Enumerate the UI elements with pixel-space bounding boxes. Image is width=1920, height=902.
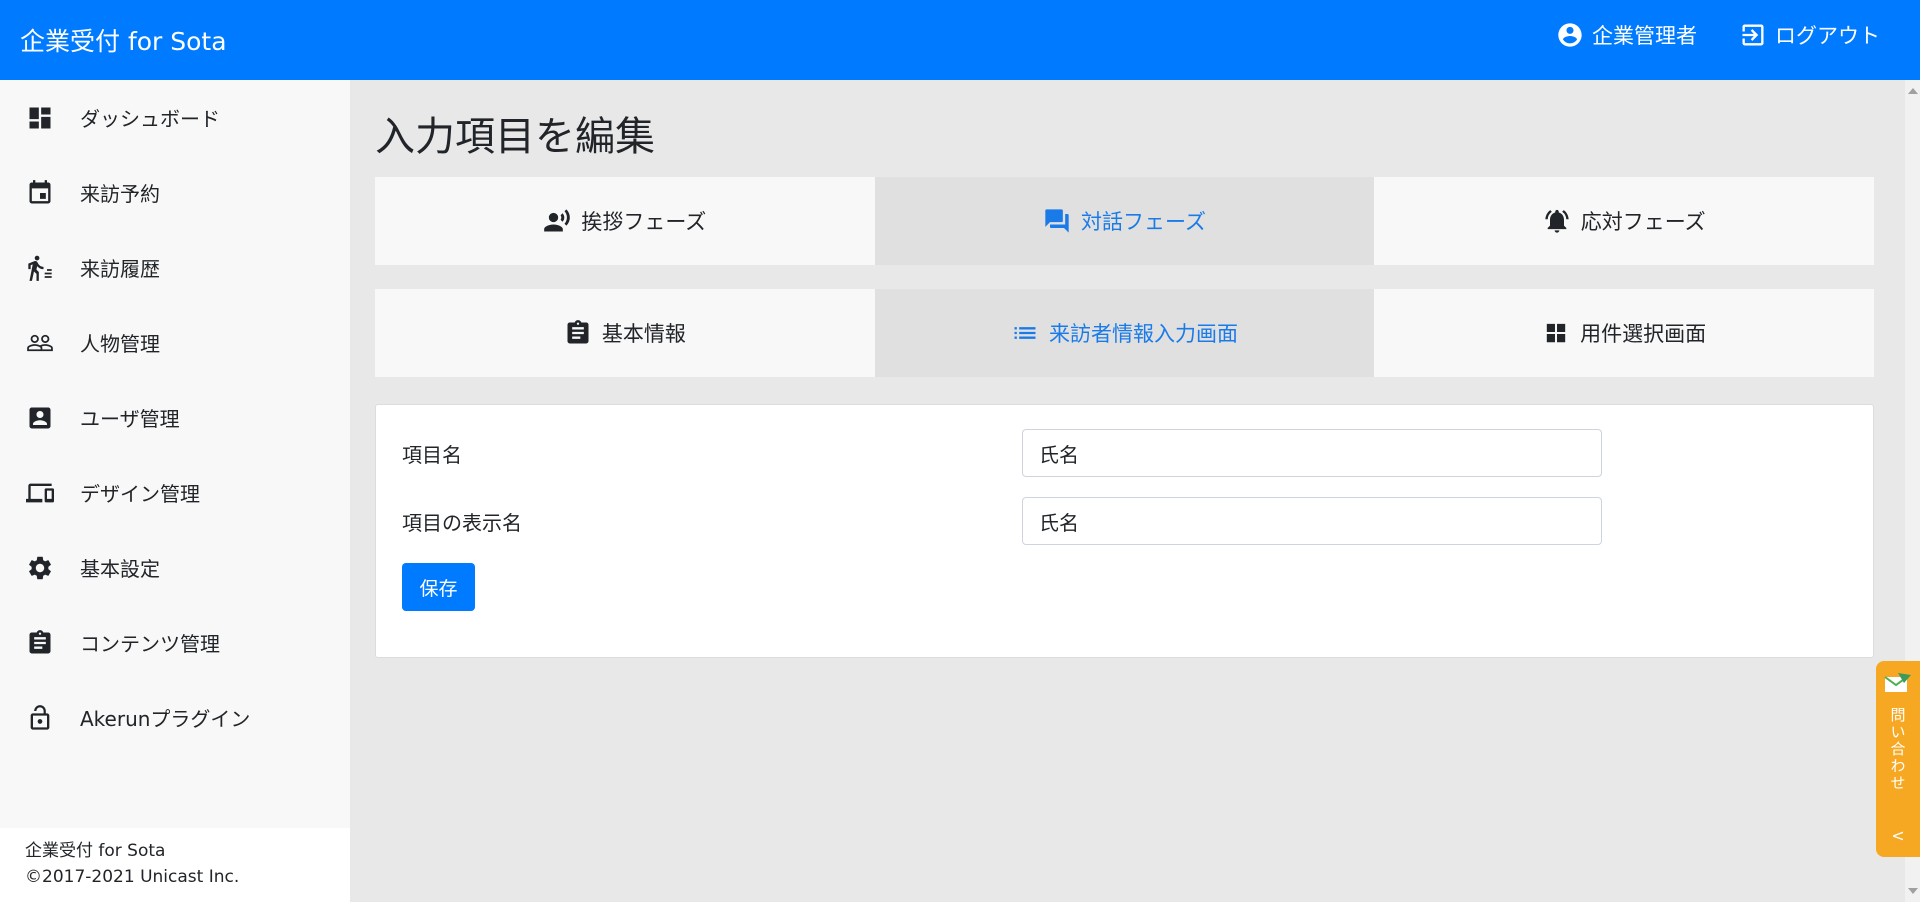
sidebar-item-label: ダッシュボード <box>80 107 220 131</box>
sidebar-item-dashboard[interactable]: ダッシュボード <box>0 80 350 155</box>
sidebar-item-visit-reservations[interactable]: 来訪予約 <box>0 155 350 230</box>
save-button[interactable]: 保存 <box>402 563 475 611</box>
speaking-person-icon <box>544 209 571 232</box>
dashboard-icon <box>26 104 54 132</box>
sidebar-item-label: デザイン管理 <box>80 482 200 506</box>
logout-button[interactable]: ログアウト <box>1739 20 1880 50</box>
lock-icon <box>26 704 54 732</box>
sidebar-item-label: コンテンツ管理 <box>80 632 220 656</box>
scroll-down-arrow-icon[interactable] <box>1908 888 1918 894</box>
tab-visitor-input-screen[interactable]: 来訪者情報入力画面 <box>874 289 1375 377</box>
sidebar-item-label: Akerunプラグイン <box>80 707 251 731</box>
grid-icon <box>1546 323 1566 343</box>
tab-dialogue-phase[interactable]: 対話フェーズ <box>874 177 1375 265</box>
sidebar-item-users[interactable]: ユーザ管理 <box>0 380 350 455</box>
sidebar-item-visit-history[interactable]: 来訪履歴 <box>0 230 350 305</box>
logout-icon <box>1742 24 1764 46</box>
chevron-left-icon: < <box>1891 826 1905 845</box>
scroll-up-arrow-icon[interactable] <box>1908 88 1918 94</box>
contact-card-icon <box>26 404 54 432</box>
tab-label: 挨拶フェーズ <box>581 210 707 234</box>
calendar-icon <box>26 179 54 207</box>
sidebar-item-label: 基本設定 <box>80 557 160 581</box>
sidebar-item-design[interactable]: デザイン管理 <box>0 455 350 530</box>
bell-icon <box>1545 209 1569 233</box>
clipboard-icon <box>567 320 589 344</box>
footer-copyright: ©2017-2021 Unicast Inc. <box>25 867 240 887</box>
brand-title[interactable]: 企業受付 for Sota <box>20 22 227 58</box>
sidebar-item-label: 来訪履歴 <box>80 257 160 281</box>
user-label: 企業管理者 <box>1592 24 1697 48</box>
envelope-icon <box>1884 673 1911 692</box>
display-name-input[interactable] <box>1022 497 1602 545</box>
sidebar: ダッシュボード 来訪予約 来訪履歴 人物管理 ユーザ管理 デザイン管理 基本設定… <box>0 80 350 902</box>
item-name-input[interactable] <box>1022 429 1602 477</box>
chat-bubbles-icon <box>1045 209 1069 233</box>
sidebar-item-settings[interactable]: 基本設定 <box>0 530 350 605</box>
sidebar-item-people[interactable]: 人物管理 <box>0 305 350 380</box>
page-title: 入力項目を編集 <box>375 114 655 160</box>
clipboard-icon <box>26 629 54 657</box>
sidebar-item-contents[interactable]: コンテンツ管理 <box>0 605 350 680</box>
tab-purpose-selection-screen[interactable]: 用件選択画面 <box>1374 289 1875 377</box>
gear-icon <box>26 554 54 582</box>
list-icon <box>1014 327 1036 339</box>
sidebar-item-akerun-plugin[interactable]: Akerunプラグイン <box>0 680 350 755</box>
walking-person-icon <box>26 254 54 282</box>
tab-label: 対話フェーズ <box>1081 210 1206 234</box>
screen-tabs: 基本情報 来訪者情報入力画面 用件選択画面 <box>375 289 1875 377</box>
contact-label: 問い合わせ <box>1888 707 1907 792</box>
contact-widget[interactable]: 問い合わせ < <box>1876 661 1920 857</box>
field-row-item-name: 項目名 <box>402 429 1602 477</box>
field-row-display-name: 項目の表示名 <box>402 497 1602 545</box>
sidebar-item-label: 来訪予約 <box>80 182 160 206</box>
footer-product-name: 企業受付 for Sota <box>25 841 166 861</box>
sidebar-item-label: ユーザ管理 <box>80 407 180 431</box>
edit-form-card: 項目名 項目の表示名 保存 <box>375 404 1874 658</box>
item-name-label: 項目名 <box>402 442 462 467</box>
tab-greeting-phase[interactable]: 挨拶フェーズ <box>375 177 875 265</box>
main-content: 入力項目を編集 挨拶フェーズ 対話フェーズ 応対フェーズ 基本情報 来訪者情報入… <box>350 80 1905 902</box>
tab-label: 応対フェーズ <box>1580 210 1706 234</box>
user-menu[interactable]: 企業管理者 <box>1556 20 1697 50</box>
sidebar-item-label: 人物管理 <box>80 332 160 356</box>
top-navbar: 企業受付 for Sota 企業管理者 ログアウト <box>0 0 1920 80</box>
tab-label: 基本情報 <box>601 322 686 346</box>
account-circle-icon <box>1558 23 1582 47</box>
devices-icon <box>26 479 54 507</box>
tab-label: 来訪者情報入力画面 <box>1049 322 1238 346</box>
tab-basic-info[interactable]: 基本情報 <box>375 289 875 377</box>
logout-label: ログアウト <box>1775 24 1880 48</box>
people-icon <box>26 329 54 357</box>
tab-label: 用件選択画面 <box>1580 322 1707 346</box>
top-right-menu: 企業管理者 ログアウト <box>1556 20 1880 50</box>
phase-tabs: 挨拶フェーズ 対話フェーズ 応対フェーズ <box>375 177 1875 265</box>
display-name-label: 項目の表示名 <box>402 510 522 535</box>
tab-response-phase[interactable]: 応対フェーズ <box>1374 177 1875 265</box>
sidebar-footer: 企業受付 for Sota ©2017-2021 Unicast Inc. <box>0 828 350 902</box>
